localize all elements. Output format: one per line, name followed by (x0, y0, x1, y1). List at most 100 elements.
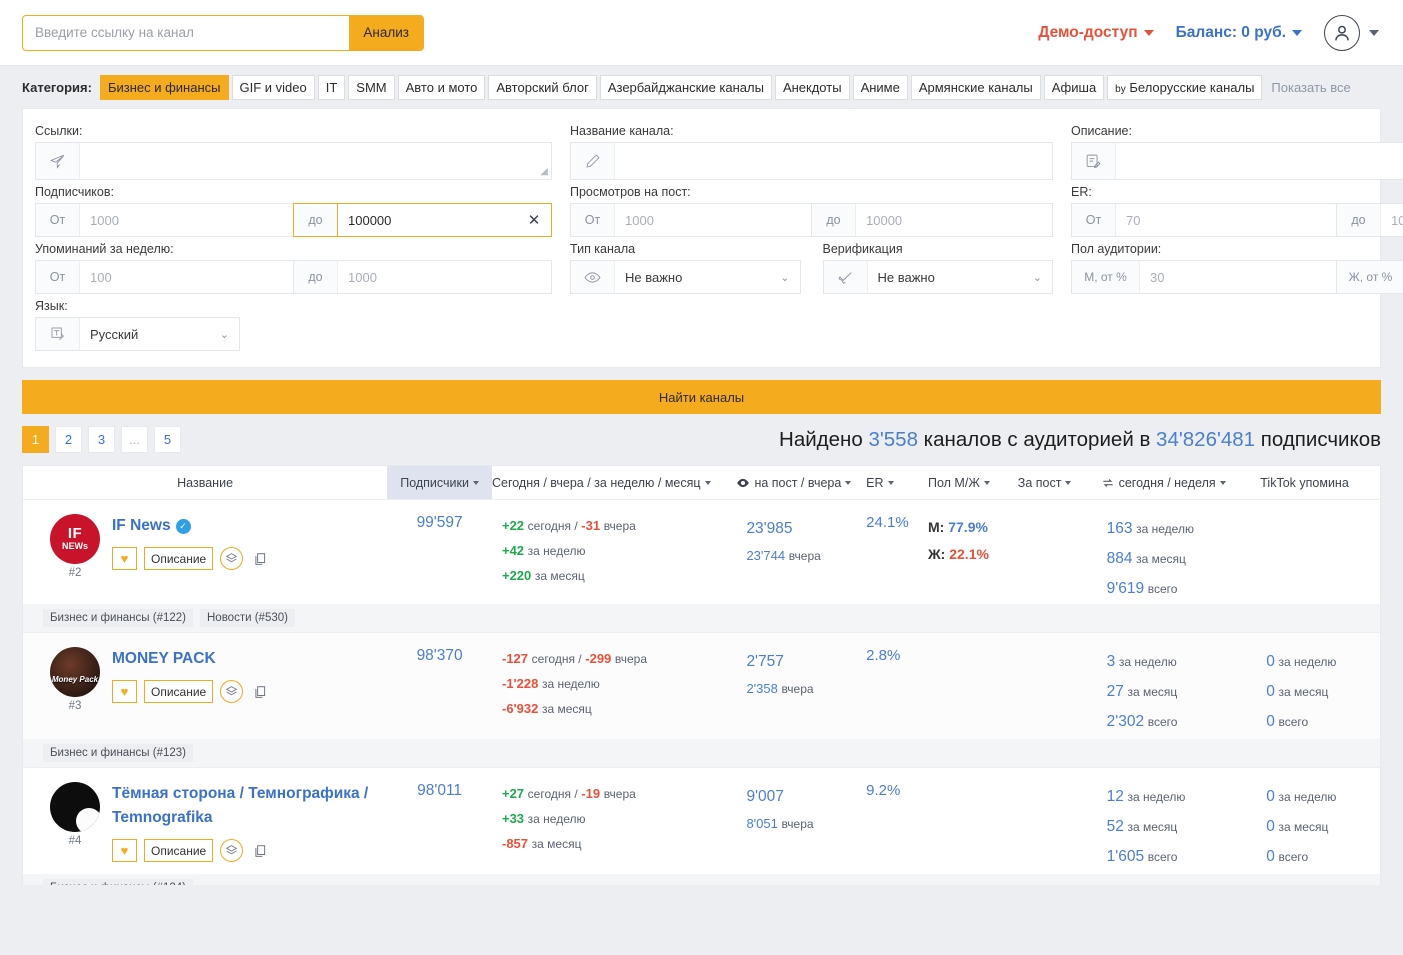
category-pill-afisha[interactable]: Афиша (1044, 75, 1104, 100)
mentions-from-input[interactable] (80, 261, 293, 293)
page-button-3[interactable]: 3 (88, 426, 115, 453)
verification-select[interactable]: Не важно ⌄ (868, 261, 1053, 293)
category-tag[interactable]: Бизнес и финансы (#124) (43, 879, 193, 885)
mentions-from-box: От (35, 260, 294, 294)
copy-icon[interactable] (250, 549, 269, 568)
eye-icon (571, 261, 615, 293)
column-header-delta[interactable]: Сегодня / вчера / за неделю / месяц (492, 466, 736, 499)
page-button-5[interactable]: 5 (154, 426, 181, 453)
channel-title-link[interactable]: IF News (112, 517, 171, 534)
gender-male-value: 77.9% (948, 519, 988, 535)
channel-name-input[interactable] (615, 143, 1052, 179)
heart-icon[interactable]: ♥ (112, 839, 137, 862)
balance-menu[interactable]: Баланс: 0 руб. (1176, 24, 1302, 42)
category-pill-business[interactable]: Бизнес и финансы (100, 75, 229, 100)
find-channels-button[interactable]: Найти каналы (22, 380, 1381, 414)
category-pill-smm[interactable]: SMM (348, 75, 394, 100)
column-header-subscribers[interactable]: Подписчики (387, 466, 492, 499)
delta-today: +22 (502, 518, 524, 533)
heart-icon[interactable]: ♥ (112, 680, 137, 703)
layers-icon[interactable] (220, 839, 243, 862)
column-header-views[interactable]: на пост / вчера (736, 466, 866, 499)
description-button[interactable]: Описание (144, 839, 213, 862)
heart-icon[interactable]: ♥ (112, 547, 137, 570)
delta-yesterday: -31 (581, 518, 600, 533)
er-to-prefix: до (1337, 204, 1381, 236)
reposts-total: 9'619 (1107, 580, 1144, 597)
category-tag[interactable]: Бизнес и финансы (#123) (43, 744, 193, 762)
category-pill-it[interactable]: IT (318, 75, 346, 100)
column-header-tiktok[interactable]: TikTok упомина (1260, 466, 1380, 499)
category-tag[interactable]: Новости (#530) (200, 609, 295, 627)
channel-type-select[interactable]: Не важно ⌄ (615, 261, 800, 293)
description-button[interactable]: Описание (144, 680, 213, 703)
verification-box[interactable]: Не важно ⌄ (823, 260, 1054, 294)
avatar[interactable]: IF NEWs (50, 514, 100, 564)
layers-icon[interactable] (220, 680, 243, 703)
page-button-2[interactable]: 2 (55, 426, 82, 453)
summary-suffix: подписчиков (1255, 428, 1381, 451)
views-from-prefix: От (571, 204, 615, 236)
views-to-input[interactable] (856, 204, 1052, 236)
subscribers-label: Подписчиков: (35, 185, 552, 199)
category-tag[interactable]: Бизнес и финансы (#122) (43, 609, 193, 627)
column-header-reposts[interactable]: сегодня / неделя (1101, 466, 1261, 499)
mentions-to-input[interactable] (338, 261, 551, 293)
channel-name-cell: #4 Тёмная сторона / Темнографика / Temno… (23, 782, 387, 885)
chevron-down-icon (1144, 30, 1154, 36)
column-header-per-post[interactable]: За пост (1018, 466, 1101, 499)
category-pill-anime[interactable]: Аниме (853, 75, 908, 100)
delta-month: -6'932 (502, 701, 538, 716)
description-button[interactable]: Описание (144, 547, 213, 570)
channel-type-box[interactable]: Не важно ⌄ (570, 260, 801, 294)
links-input[interactable] (80, 143, 551, 179)
description-input[interactable] (1116, 143, 1403, 179)
verification-label: Верификация (823, 242, 1054, 256)
copy-icon[interactable] (250, 841, 269, 860)
category-pill-belarusian[interactable]: by Белорусские каналы (1107, 75, 1262, 100)
demo-access-menu[interactable]: Демо-доступ (1038, 24, 1153, 42)
er-to-box: до (1336, 203, 1403, 237)
channel-info: Тёмная сторона / Темнографика / Temnogra… (112, 782, 387, 885)
channel-link-input[interactable] (23, 16, 349, 50)
row-actions: ♥ Описание (112, 680, 387, 703)
filter-column-left: Ссылки: ◢ Подписчиков: От до ✕ (35, 121, 552, 353)
category-pill-anecdotes[interactable]: Анекдоты (775, 75, 850, 100)
gender-cell (928, 782, 1018, 885)
channel-title-link[interactable]: Тёмная сторона / Темнографика / Temnogra… (112, 785, 368, 826)
language-select-box[interactable]: Русский ⌄ (35, 317, 240, 351)
category-pill-auto-moto[interactable]: Авто и мото (398, 75, 486, 100)
gender-male-input[interactable] (1140, 261, 1336, 293)
views-from-input[interactable] (615, 204, 811, 236)
subscribers-to-input[interactable] (338, 204, 517, 236)
column-header-gender[interactable]: Пол М/Ж (928, 466, 1018, 499)
layers-icon[interactable] (220, 547, 243, 570)
user-menu[interactable] (1324, 15, 1379, 51)
resize-handle-icon[interactable]: ◢ (540, 166, 548, 177)
er-from-input[interactable] (1116, 204, 1336, 236)
category-pill-author-blog[interactable]: Авторский блог (488, 75, 596, 100)
results-summary: Найдено 3'558 каналов с аудиторией в 34'… (779, 428, 1381, 452)
channel-type-label: Тип канала (570, 242, 801, 256)
clear-x-icon[interactable]: ✕ (517, 204, 551, 236)
avatar[interactable] (50, 782, 100, 832)
analysis-button[interactable]: Анализ (349, 16, 423, 50)
page-button-1[interactable]: 1 (22, 426, 49, 453)
category-pill-armenian[interactable]: Армянские каналы (911, 75, 1041, 100)
copy-icon[interactable] (250, 682, 269, 701)
channel-title-link[interactable]: MONEY PACK (112, 650, 216, 667)
column-header-er[interactable]: ER (866, 466, 928, 499)
chevron-down-icon: ⌄ (780, 271, 789, 284)
avatar (1324, 15, 1360, 51)
subscribers-from-input[interactable] (80, 204, 293, 236)
category-pill-azerbaijani[interactable]: Азербайджанские каналы (600, 75, 772, 100)
er-to-input[interactable] (1381, 204, 1403, 236)
column-header-name[interactable]: Название (23, 466, 387, 499)
show-all-categories-link[interactable]: Показать все (1271, 80, 1350, 95)
table-header-row: Название Подписчики Сегодня / вчера / за… (23, 466, 1380, 500)
language-select[interactable]: Русский ⌄ (80, 318, 239, 350)
gender-male-label: М: (928, 519, 944, 535)
category-pill-gif-video[interactable]: GIF и video (232, 75, 315, 100)
avatar[interactable]: Money Pack (50, 647, 100, 697)
reposts-month: 52 (1107, 818, 1124, 835)
